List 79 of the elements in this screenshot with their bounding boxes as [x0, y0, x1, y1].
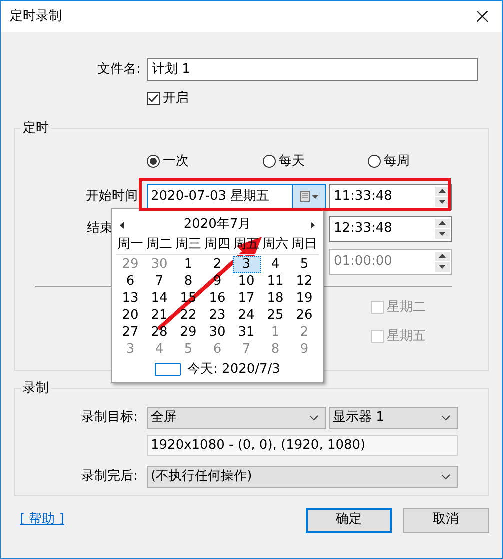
day-cell[interactable]: 7: [146, 273, 174, 290]
field-label: 录制目标:: [82, 410, 138, 426]
today-link[interactable]: 今天: 2020/7/3: [188, 360, 280, 380]
checkbox-label: 开启: [163, 90, 189, 108]
next-month-icon[interactable]: [310, 222, 315, 228]
radio-label: 一次: [163, 153, 189, 171]
day-cell[interactable]: 21: [146, 307, 174, 324]
chevron-icon: [309, 415, 319, 421]
previous-month-icon[interactable]: [120, 222, 124, 228]
chevron-icon: [441, 415, 451, 421]
day-cell[interactable]: 18: [262, 290, 290, 307]
checkbox-label: 星期五: [387, 328, 426, 346]
day-cell[interactable]: 27: [116, 324, 144, 341]
radio-button[interactable]: [368, 155, 381, 168]
weekday-header: 周一: [116, 236, 144, 254]
dialog-button[interactable]: 取消: [403, 508, 489, 532]
field-label: 文件名:: [98, 62, 141, 77]
day-cell[interactable]: 16: [204, 290, 232, 307]
day-cell[interactable]: 6: [116, 273, 144, 290]
today-marker-icon: [154, 363, 181, 376]
day-cell[interactable]: 20: [116, 307, 144, 324]
dropdown[interactable]: (不执行任何操作): [147, 466, 458, 488]
radio-button[interactable]: [263, 155, 276, 168]
day-cell[interactable]: 26: [290, 307, 318, 324]
day-cell[interactable]: 4: [262, 256, 290, 273]
radio-label: 每天: [279, 153, 305, 171]
day-cell[interactable]: 23: [204, 307, 232, 324]
date-picker-field[interactable]: 2020-07-03 星期五: [147, 184, 326, 210]
file-name-field[interactable]: 计划 1: [147, 58, 478, 81]
group-title: 定时: [23, 120, 49, 136]
weekday-header: 周六: [262, 236, 290, 254]
field-label: 录制完后:: [82, 469, 138, 484]
day-cell[interactable]: 8: [174, 273, 202, 290]
window-title: 定时录制: [10, 8, 62, 26]
help-link[interactable]: [ 帮助 ]: [20, 510, 64, 530]
calendar-dropdown-button[interactable]: [292, 184, 325, 208]
region-field: 1920x1080 - (0, 0), (1920, 1080): [147, 435, 458, 456]
checkbox[interactable]: [147, 92, 160, 106]
weekday-header: 周二: [146, 236, 174, 254]
time-field[interactable]: 12:33:48: [329, 216, 452, 242]
dialog-button[interactable]: 确定: [306, 508, 392, 532]
day-cell[interactable]: 28: [146, 324, 174, 341]
day-cell[interactable]: 24: [232, 307, 260, 324]
day-cell[interactable]: 14: [146, 290, 174, 307]
close-icon[interactable]: [477, 11, 488, 22]
time-field[interactable]: 11:33:48: [329, 184, 452, 210]
day-cell[interactable]: 30: [204, 324, 232, 341]
day-cell[interactable]: 22: [174, 307, 202, 324]
weekday-header: 周四: [204, 236, 232, 254]
caret-icon: [312, 194, 318, 198]
day-cell[interactable]: 19: [290, 290, 318, 307]
dropdown[interactable]: 全屏: [147, 407, 326, 429]
day-cell[interactable]: 10: [232, 273, 260, 290]
field-label: 开始时间: [86, 188, 138, 204]
calendar-icon: [300, 191, 310, 202]
day-cell[interactable]: 1: [174, 256, 202, 273]
day-cell[interactable]: 29: [174, 324, 202, 341]
checkbox-label: 星期二: [387, 298, 426, 316]
month-title: 2020年7月: [184, 216, 252, 234]
spin-buttons[interactable]: [435, 218, 450, 238]
weekday-header: 周三: [174, 236, 202, 254]
day-cell[interactable]: 31: [232, 324, 260, 341]
field-label: 结束: [87, 220, 113, 236]
day-cell[interactable]: 25: [262, 307, 290, 324]
radio-label: 每周: [384, 153, 410, 171]
radio-button[interactable]: [147, 155, 160, 168]
day-cell[interactable]: 13: [116, 290, 144, 307]
dropdown[interactable]: 显示器 1: [329, 407, 458, 429]
day-cell[interactable]: 12: [290, 273, 318, 290]
day-cell[interactable]: 11: [262, 273, 290, 290]
chevron-icon: [441, 474, 451, 480]
spin-buttons[interactable]: [435, 186, 450, 206]
day-cell[interactable]: 3: [232, 256, 260, 273]
group-title: 录制: [23, 380, 49, 396]
day-cell[interactable]: 17: [232, 290, 260, 307]
weekday-header: 周日: [290, 236, 318, 254]
day-cell[interactable]: 5: [290, 256, 318, 273]
day-cell[interactable]: 2: [204, 256, 232, 273]
day-cell[interactable]: 9: [204, 273, 232, 290]
